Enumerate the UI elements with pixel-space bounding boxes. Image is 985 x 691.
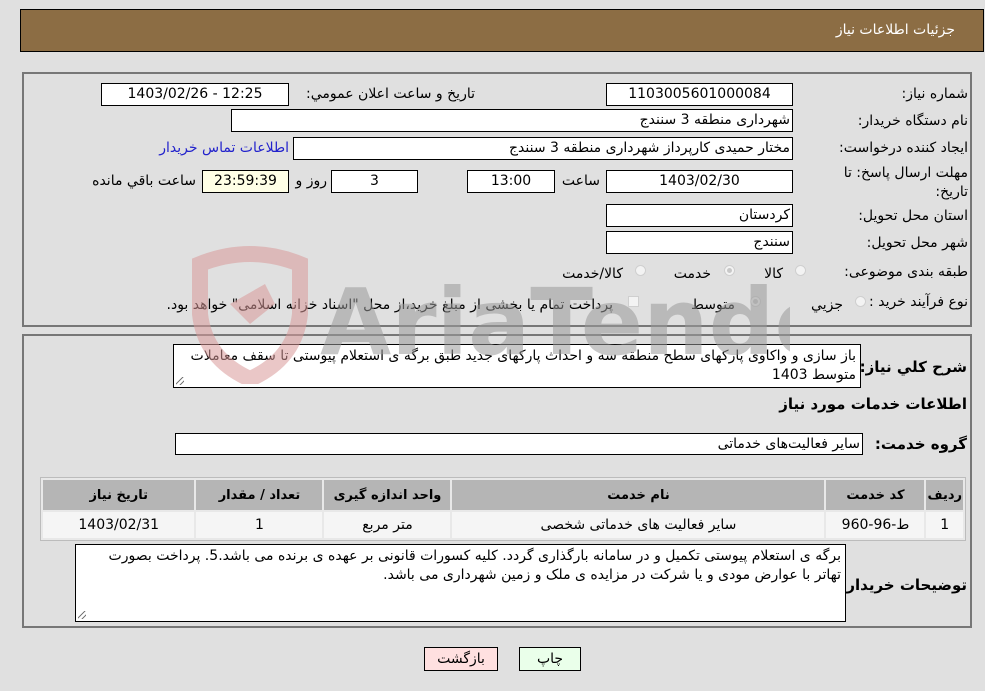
page-title: جزئیات اطلاعات نیاز bbox=[835, 22, 955, 38]
cell-service-name: سایر فعالیت های خدماتی شخصی bbox=[452, 512, 825, 538]
announce-datetime-label: تاریخ و ساعت اعلان عمومي: bbox=[306, 86, 475, 102]
col-unit: واحد اندازه گیری bbox=[324, 480, 451, 510]
description-textarea[interactable]: باز سازی و واکاوی پارکهای سطح منطقه سه و… bbox=[173, 344, 861, 388]
purchase-type-option-medium: متوسط bbox=[691, 297, 735, 313]
purchase-type-label: نوع فرآیند خرید : bbox=[869, 294, 968, 310]
province-label: استان محل تحویل: bbox=[858, 208, 968, 224]
buyer-notes-textarea[interactable]: برگه ی استعلام پیوستی تکمیل و در سامانه … bbox=[75, 544, 846, 622]
deadline-label: مهلت ارسال پاسخ: تا تاریخ: bbox=[843, 165, 968, 200]
resize-grip-icon[interactable] bbox=[176, 377, 184, 385]
table-header-row: رديف کد خدمت نام خدمت واحد اندازه گیری ت… bbox=[43, 480, 963, 510]
service-group-label: گروه خدمت: bbox=[874, 435, 967, 453]
need-number-label: شماره نیاز: bbox=[901, 86, 969, 102]
days-label: روز و bbox=[295, 173, 328, 189]
purchase-type-option-minor: جزيي bbox=[811, 297, 843, 313]
buyer-org-field: شهرداری منطقه 3 سنندج bbox=[231, 109, 793, 132]
buyer-notes-label: توضیحات خریدار: bbox=[840, 576, 967, 594]
service-group-field: سایر فعالیت‌های خدماتی bbox=[175, 433, 863, 455]
col-need-date: تاریخ نیاز bbox=[43, 480, 195, 510]
time-remaining-label: ساعت باقي مانده bbox=[92, 173, 196, 189]
services-table: رديف کد خدمت نام خدمت واحد اندازه گیری ت… bbox=[40, 477, 966, 541]
category-radio-goods-service[interactable] bbox=[635, 265, 646, 276]
cell-unit: متر مربع bbox=[324, 512, 451, 538]
col-row-number: رديف bbox=[926, 480, 963, 510]
purchase-type-radio-medium[interactable] bbox=[750, 296, 761, 307]
category-radio-goods[interactable] bbox=[795, 265, 806, 276]
announce-datetime-field: 1403/02/26 - 12:25 bbox=[101, 83, 289, 106]
requester-label: ایجاد کننده درخواست: bbox=[839, 140, 968, 156]
cell-service-code: ط-96-960 bbox=[826, 512, 925, 538]
resize-grip-icon[interactable] bbox=[78, 611, 86, 619]
deadline-time-label: ساعت bbox=[561, 173, 600, 189]
description-label: شرح کلي نياز: bbox=[859, 358, 967, 376]
province-field: کردستان bbox=[606, 204, 793, 227]
category-radio-service[interactable] bbox=[724, 265, 735, 276]
description-text: باز سازی و واکاوی پارکهای سطح منطقه سه و… bbox=[190, 348, 856, 383]
deadline-time-field: 13:00 bbox=[467, 170, 555, 193]
need-number-field: 1103005601000084 bbox=[606, 83, 793, 106]
category-option-goods: کالا bbox=[764, 266, 783, 282]
back-button[interactable]: بازگشت bbox=[424, 647, 498, 671]
deadline-date-field: 1403/02/30 bbox=[606, 170, 793, 193]
days-remaining-field: 3 bbox=[331, 170, 418, 193]
page-header: جزئیات اطلاعات نیاز bbox=[20, 9, 984, 52]
treasury-checkbox[interactable] bbox=[628, 296, 639, 307]
city-field: سنندج bbox=[606, 231, 793, 254]
buyer-org-label: نام دستگاه خريدار: bbox=[857, 113, 968, 129]
purchase-type-radio-minor[interactable] bbox=[855, 296, 866, 307]
city-label: شهر محل تحویل: bbox=[866, 235, 968, 251]
requester-field: مختار حمیدی کارپرداز شهرداری منطقه 3 سنن… bbox=[293, 137, 793, 160]
treasury-note: پرداخت تمام یا بخشی از مبلغ خرید،از محل … bbox=[166, 297, 613, 313]
services-section-title: اطلاعات خدمات مورد نیاز bbox=[779, 395, 967, 413]
col-service-name: نام خدمت bbox=[452, 480, 825, 510]
cell-need-date: 1403/02/31 bbox=[43, 512, 195, 538]
print-button[interactable]: چاپ bbox=[519, 647, 581, 671]
cell-row-number: 1 bbox=[926, 512, 963, 538]
cell-quantity: 1 bbox=[196, 512, 323, 538]
time-remaining-field: 23:59:39 bbox=[202, 170, 289, 193]
col-quantity: تعداد / مقدار bbox=[196, 480, 323, 510]
buyer-notes-text: برگه ی استعلام پیوستی تکمیل و در سامانه … bbox=[108, 548, 841, 583]
buyer-contact-link[interactable]: اطلاعات تماس خريدار bbox=[159, 140, 289, 156]
category-option-goods-service: کالا/خدمت bbox=[562, 266, 623, 282]
col-service-code: کد خدمت bbox=[826, 480, 925, 510]
category-option-service: خدمت bbox=[673, 266, 711, 282]
table-row: 1 ط-96-960 سایر فعالیت های خدماتی شخصی م… bbox=[43, 512, 963, 538]
category-label: طبقه بندی موضوعی: bbox=[844, 264, 968, 280]
